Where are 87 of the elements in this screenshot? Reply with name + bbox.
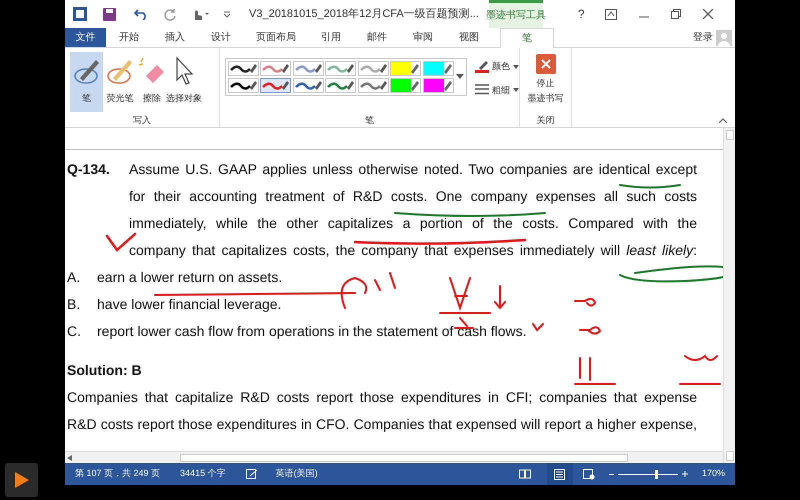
pen-style-swatch[interactable] [260, 78, 292, 93]
option-letter: C. [67, 322, 82, 341]
stop-inking-button[interactable]: 停止 墨迹书写 [520, 48, 571, 112]
pen-color-icon [475, 60, 489, 73]
zoom-slider-thumb[interactable] [655, 470, 658, 478]
ribbon-tab[interactable]: 页面布局 [244, 28, 308, 47]
pen-style-swatch[interactable] [390, 78, 422, 93]
pen-style-swatch[interactable] [292, 78, 324, 93]
undo-icon[interactable] [134, 8, 148, 20]
question-text-line: immediately, while the other capitalizes a portion of the costs. Compared with the [129, 214, 697, 233]
option-text: report lower cash flow from operations in the statement of cash flows. [97, 322, 527, 341]
vertical-scrollbar[interactable] [723, 128, 735, 463]
pen-style-swatch[interactable] [260, 61, 292, 76]
page-count[interactable]: 第 107 页，共 249 页 [75, 467, 160, 481]
ribbon-tab[interactable]: 视图 [446, 28, 492, 47]
restore-icon[interactable] [670, 9, 681, 19]
ribbon-tab[interactable]: 开始 [106, 28, 152, 47]
color-button[interactable]: 颜色 [475, 60, 519, 74]
zoom-slider[interactable] [618, 469, 678, 479]
pen-style-swatch[interactable] [228, 61, 259, 76]
pen-style-swatch[interactable] [390, 61, 422, 76]
pen-style-swatch[interactable] [358, 78, 389, 93]
caret-icon [513, 88, 519, 92]
collapse-ribbon-icon[interactable] [719, 118, 727, 123]
pen-style-swatch[interactable] [228, 78, 259, 93]
sign-in-link[interactable]: 登录 [693, 30, 713, 45]
zoom-in-icon[interactable] [682, 471, 688, 477]
play-button[interactable] [5, 463, 38, 497]
gallery-expand-icon[interactable] [456, 74, 464, 80]
redo-icon[interactable] [164, 8, 177, 20]
ribbon-tab[interactable]: 插入 [152, 28, 198, 47]
contextual-tab-label: 墨迹书写工具 [488, 0, 543, 28]
pen-style-swatch[interactable] [292, 61, 324, 76]
group-label: 写入 [133, 114, 151, 126]
close-icon [536, 54, 556, 74]
pen-style-swatch[interactable] [325, 61, 356, 76]
horizontal-scrollbar[interactable] [65, 451, 723, 463]
play-icon [14, 472, 28, 488]
group-label: 笔 [365, 114, 374, 126]
option-letter: B. [67, 295, 82, 314]
word-logo-icon [73, 7, 87, 21]
print-layout-button[interactable] [546, 463, 573, 485]
ink-tool-button[interactable]: 笔 [70, 52, 103, 112]
customize-toolbar-icon[interactable] [223, 10, 231, 18]
thickness-button[interactable]: 粗细 [475, 84, 519, 97]
question-number: Q-134. [67, 160, 111, 179]
question-text-line: Assume U.S. GAAP applies unless otherwise noted. Two companies are identical except [129, 160, 697, 179]
ink-tool-button[interactable]: 荧光笔 [105, 52, 135, 112]
pen-style-swatch[interactable] [325, 78, 356, 93]
line-weight-icon [475, 84, 489, 96]
scroll-left-icon[interactable] [67, 454, 72, 460]
pen-style-swatch[interactable] [358, 61, 389, 76]
ribbon-tab[interactable]: 邮件 [354, 28, 400, 47]
solution-text-line: Companies that capitalize R&D costs report those expenditures in CFI; companies that expense [67, 388, 697, 407]
ribbon-tab[interactable]: 引用 [308, 28, 354, 47]
question-text-line: for their accounting treatment of R&D costs. One company expenses all such costs [129, 187, 697, 206]
proofing-icon[interactable] [246, 469, 258, 479]
pen-style-swatch[interactable] [422, 61, 454, 76]
window-title: V3_20181015_2018年12月CFA一级百题预测... [249, 6, 479, 22]
zoom-level[interactable]: 170% [702, 467, 725, 481]
eraser-icon [137, 56, 167, 86]
option-letter: A. [67, 268, 82, 287]
question-text-line: company that capitalizes costs, the company that expenses immediately will least likely: [129, 241, 697, 260]
solution-heading: Solution: B [67, 361, 143, 380]
scrollbar-thumb[interactable] [726, 130, 734, 140]
close-icon[interactable] [702, 9, 713, 19]
solution-text-line: R&D costs report those expenditures in CFO. Companies that expensed will report a higher expense, [67, 415, 697, 434]
ink-tool-button[interactable]: 擦除 [137, 52, 167, 112]
caret-icon [513, 64, 519, 69]
option-text: have lower financial leverage. [97, 295, 282, 314]
scrollbar-thumb[interactable] [180, 454, 628, 462]
file-tab[interactable]: 文件 [65, 28, 106, 47]
web-layout-icon[interactable] [582, 468, 595, 480]
help-button[interactable]: ? [578, 5, 585, 23]
group-label: 关闭 [536, 114, 554, 126]
read-mode-icon[interactable] [518, 469, 531, 479]
ribbon-tab[interactable]: 笔 [500, 28, 554, 48]
word-count[interactable]: 34415 个字 [180, 467, 226, 481]
ribbon-tab[interactable]: 设计 [198, 28, 244, 47]
pen-style-swatch[interactable] [422, 78, 454, 93]
save-icon[interactable] [103, 8, 116, 20]
option-text: earn a lower return on assets. [97, 268, 282, 287]
language-indicator[interactable]: 英语(美国) [276, 467, 318, 481]
ribbon-display-icon[interactable] [604, 8, 617, 20]
page-icon [554, 468, 566, 480]
zoom-out-icon[interactable] [608, 472, 614, 476]
ribbon-tab[interactable]: 审阅 [400, 28, 446, 47]
